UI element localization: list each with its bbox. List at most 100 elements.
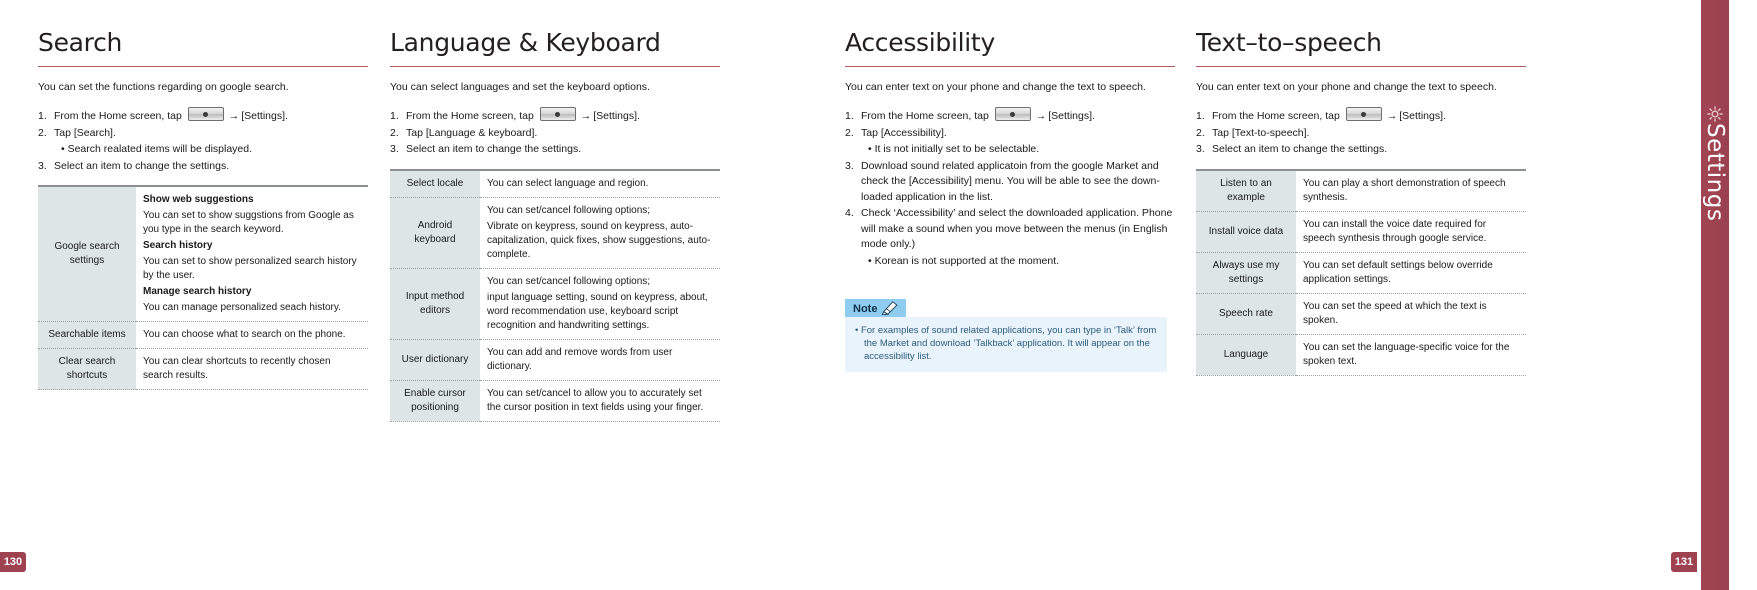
table-row: Speech rate You can set the speed at whi… — [1196, 293, 1526, 335]
step-item: 4. Check ‘Accessibility’ and select the d… — [845, 206, 1175, 253]
value-text: You can manage personalized seach histor… — [143, 302, 341, 313]
intro-text-accessibility: You can enter text on your phone and cha… — [845, 81, 1146, 93]
section-text-to-speech: Text–to–speech You can enter text on you… — [1196, 28, 1526, 376]
page-right: Accessibility You can enter text on your… — [828, 0, 1729, 590]
step-item: 2. Tap [Search]. — [38, 126, 368, 142]
step-number: 2. — [1196, 126, 1205, 139]
steps-list-language: 1. From the Home screen, tap → [Settings].… — [390, 107, 720, 158]
step-number: 3. — [845, 159, 854, 172]
side-tab-label: Settings — [1702, 123, 1728, 222]
step-item: 1. From the Home screen, tap → [Settings]. — [390, 107, 720, 125]
value-text: You can set to show personalized search … — [143, 256, 357, 281]
steps-list-search-3: 3. Select an item to change the settings. — [38, 159, 368, 175]
step-item: 1. From the Home screen, tap → [Settings]. — [38, 107, 368, 125]
step-text-post: [Settings]. — [593, 110, 640, 122]
table-row: Enable cursor positioning You can set/ca… — [390, 380, 720, 422]
note-label: Note — [853, 303, 878, 315]
step-item: 2. Tap [Language & keyboard]. — [390, 126, 720, 142]
steps-list-accessibility: 1. From the Home screen, tap → [Settings].… — [845, 107, 1175, 141]
step-number: 2. — [845, 126, 854, 139]
step-item: 1. From the Home screen, tap → [Settings]. — [845, 107, 1175, 125]
section-accessibility: Accessibility You can enter text on your… — [845, 28, 1175, 372]
table-row-value: You can add and remove words from user d… — [480, 339, 720, 381]
table-row-label: Clear search shortcuts — [38, 348, 136, 390]
section-search: Search You can set the functions regardi… — [38, 28, 368, 390]
table-row: Input method editors You can set/cancel … — [390, 268, 720, 340]
step-number: 3. — [38, 159, 47, 172]
intro-text-tts: You can enter text on your phone and cha… — [1196, 81, 1497, 93]
arrow-icon: → — [1386, 110, 1398, 122]
note-body: • For examples of sound related applicat… — [845, 317, 1167, 372]
table-row: Clear search shortcuts You can clear sho… — [38, 348, 368, 390]
table-row: Listen to an example You can play a shor… — [1196, 170, 1526, 212]
table-row-label: Input method editors — [390, 268, 480, 340]
table-row-label: Select locale — [390, 170, 480, 198]
title-rule — [390, 66, 720, 67]
steps-list-tts: 1. From the Home screen, tap → [Settings].… — [1196, 107, 1526, 158]
intro-text-search: You can set the functions regarding on g… — [38, 81, 289, 93]
value-heading: Show web suggestions — [143, 194, 254, 205]
step-text-post: [Settings]. — [1399, 110, 1446, 122]
step-item: 3. Select an item to change the settings. — [390, 142, 720, 158]
step-text: Check ‘Accessibility’ and select the dow… — [861, 207, 1173, 250]
table-row-label: Speech rate — [1196, 293, 1296, 335]
step-number: 1. — [845, 110, 854, 122]
side-tab-settings: Settings — [1701, 0, 1729, 590]
side-tab-background — [1701, 0, 1729, 590]
table-row-value: You can choose what to search on the pho… — [136, 321, 368, 349]
value-heading: Manage search history — [143, 286, 252, 297]
page-title-language: Language & Keyboard — [390, 28, 661, 57]
table-row-value: You can play a short demonstration of sp… — [1296, 170, 1526, 212]
table-row-value: You can set the language-specific voice … — [1296, 334, 1526, 376]
step-item: 3. Download sound related applicatoin fro… — [845, 159, 1175, 206]
step-item: 1. From the Home screen, tap → [Settings]. — [1196, 107, 1526, 125]
page-title-accessibility: Accessibility — [845, 28, 995, 57]
value-text: You can set/cancel following options; — [487, 204, 651, 216]
table-row-value: You can set default settings below overr… — [1296, 252, 1526, 294]
home-key-icon — [539, 107, 576, 121]
sub-bullet-korean: • Korean is not supported at the moment. — [868, 254, 1060, 267]
table-row-label: Google search settings — [38, 187, 136, 322]
page-number-right: 131 — [1671, 552, 1697, 572]
step-number: 3. — [390, 143, 399, 155]
table-row-value: You can set/cancel following options; Vi… — [480, 197, 720, 269]
value-heading: Search history — [143, 240, 213, 251]
pencil-icon — [881, 301, 899, 316]
note-bullet: • For examples of sound related applicat… — [855, 325, 1157, 362]
step-number: 1. — [390, 110, 399, 122]
table-row-label: User dictionary — [390, 339, 480, 381]
step-text: From the Home screen, tap — [1212, 110, 1340, 122]
home-key-icon — [994, 107, 1031, 121]
table-row-label: Enable cursor positioning — [390, 380, 480, 422]
step-text: From the Home screen, tap — [406, 110, 534, 122]
home-key-icon — [187, 107, 224, 121]
step-text: Select an item to change the settings. — [406, 143, 582, 155]
table-row-value: You can select language and region. — [480, 170, 720, 198]
page-left: Search You can set the functions regardi… — [0, 0, 828, 590]
settings-table-search: Google search settings Show web suggesti… — [38, 185, 368, 390]
table-row: Google search settings Show web suggesti… — [38, 187, 368, 322]
table-row: Select locale You can select language an… — [390, 170, 720, 198]
step-number: 1. — [38, 110, 47, 122]
step-number: 2. — [390, 126, 399, 139]
table-row-value: You can install the voice date required … — [1296, 211, 1526, 253]
step-item: 2. Tap [Text-to-speech]. — [1196, 126, 1526, 142]
step-text: Tap [Text-to-speech]. — [1212, 126, 1310, 139]
step-text: Tap [Language & keyboard]. — [406, 126, 538, 139]
table-row-label: Android keyboard — [390, 197, 480, 269]
table-row-value: You can set/cancel following options; in… — [480, 268, 720, 340]
table-row-label: Install voice data — [1196, 211, 1296, 253]
table-row: Searchable items You can choose what to … — [38, 321, 368, 349]
note-callout: Note • For examples of sound related app… — [845, 299, 1167, 372]
step-text: Select an item to change the settings. — [54, 159, 230, 172]
table-row-label: Always use my settings — [1196, 252, 1296, 294]
value-text: You can set/cancel following options; — [487, 275, 651, 287]
steps-list-search: 1. From the Home screen, tap → [Settings].… — [38, 107, 368, 141]
table-row-value: You can clear shortcuts to recently chos… — [136, 348, 368, 390]
sub-bullet-search: • Search realated items will be displaye… — [61, 143, 253, 155]
step-number: 3. — [1196, 143, 1205, 155]
step-text: Tap [Search]. — [54, 126, 116, 139]
home-key-icon — [1345, 107, 1382, 121]
table-row: Install voice data You can install the v… — [1196, 211, 1526, 253]
sub-bullet-accessibility: • It is not initially set to be selectab… — [868, 143, 1040, 155]
